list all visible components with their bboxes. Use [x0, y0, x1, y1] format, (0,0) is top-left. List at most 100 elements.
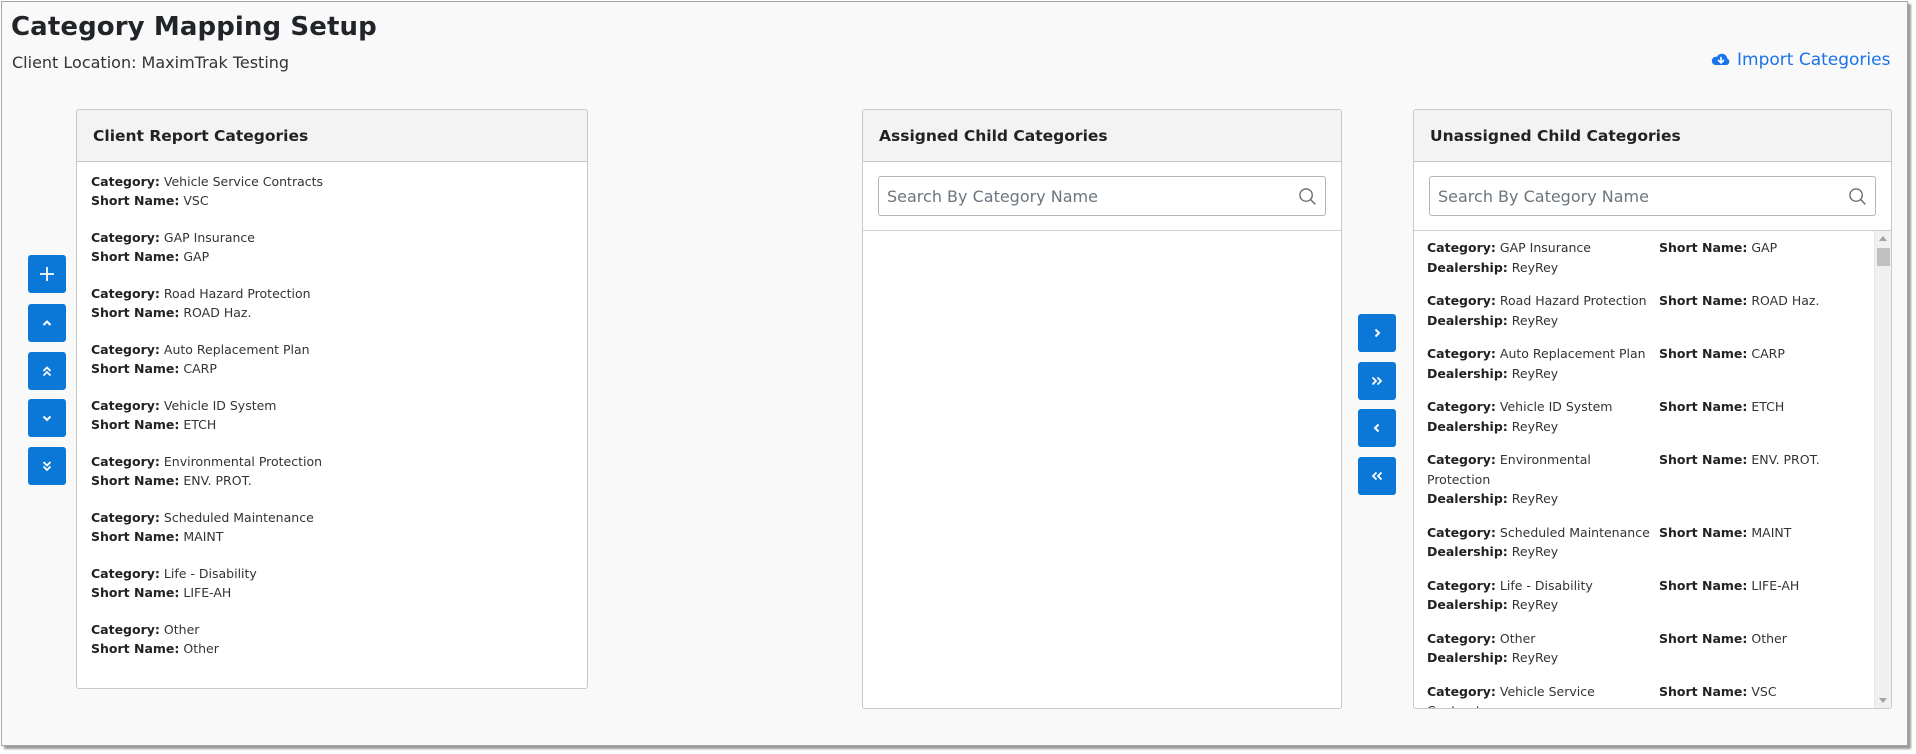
short-name-value: CARP [183, 361, 217, 376]
short-name-value: VSC [1751, 683, 1777, 699]
short-name-label: Short Name: [91, 193, 180, 208]
plus-icon [40, 267, 54, 281]
client-category-item[interactable]: Category: Vehicle Service Contracts Short… [91, 172, 573, 210]
double-chevron-down-icon [42, 461, 52, 472]
assign-selected-button[interactable] [1358, 314, 1396, 352]
client-category-item[interactable]: Category: Road Hazard Protection Short Na… [91, 284, 573, 322]
add-category-button[interactable] [28, 255, 66, 293]
unassigned-category-item[interactable]: Category: GAP Insurance Dealership: ReyRe… [1427, 238, 1861, 277]
short-name-label: Short Name: [91, 305, 180, 320]
category-value: Vehicle ID System [1499, 399, 1613, 414]
dealership-label: Dealership: [1427, 259, 1508, 275]
short-name-value: MAINT [183, 529, 224, 544]
category-label: Category: [91, 398, 160, 413]
category-value: Scheduled Maintenance [163, 510, 314, 525]
category-label: Category: [1427, 577, 1496, 593]
client-category-item[interactable]: Category: GAP Insurance Short Name: GAP [91, 228, 573, 266]
scroll-thumb[interactable] [1877, 248, 1890, 266]
assigned-search-box [878, 176, 1326, 216]
unassigned-search-input[interactable] [1430, 177, 1875, 215]
client-category-item[interactable]: Category: Other Short Name: Other [91, 620, 573, 658]
move-up-button[interactable] [28, 304, 66, 342]
dealership-value: ReyRey [1511, 365, 1559, 381]
category-label: Category: [91, 342, 160, 357]
assign-all-button[interactable] [1358, 362, 1396, 400]
short-name-value: ENV. PROT. [183, 473, 252, 488]
short-name-label: Short Name: [91, 585, 180, 600]
category-value: Vehicle ID System [163, 398, 277, 413]
short-name-label: Short Name: [1659, 524, 1748, 540]
unassigned-category-item[interactable]: Category: Scheduled Maintenance Dealershi… [1427, 523, 1861, 562]
client-category-item[interactable]: Category: Auto Replacement Plan Short Nam… [91, 340, 573, 378]
unassigned-search-box [1429, 176, 1876, 216]
panel-title: Assigned Child Categories [863, 110, 1341, 162]
unassigned-category-item[interactable]: Category: Road Hazard Protection Dealersh… [1427, 291, 1861, 330]
short-name-label: Short Name: [91, 361, 180, 376]
dealership-value: ReyRey [1511, 259, 1559, 275]
category-value: Environmental Protection [163, 454, 323, 469]
short-name-label: Short Name: [91, 417, 180, 432]
chevron-down-icon [42, 415, 52, 422]
panel-title: Unassigned Child Categories [1414, 110, 1891, 162]
dealership-label: Dealership: [1427, 650, 1508, 665]
scroll-up-arrow-icon[interactable] [1879, 236, 1887, 241]
category-label: Category: [1427, 346, 1496, 361]
chevron-left-icon [1373, 423, 1380, 433]
unassigned-category-item[interactable]: Category: Life - Disability Dealership: R… [1427, 576, 1861, 615]
import-categories-link[interactable]: Import Categories [1711, 50, 1890, 70]
panel-title: Client Report Categories [77, 110, 587, 162]
category-label: Category: [1427, 630, 1496, 646]
dealership-value: ReyRey [1511, 312, 1559, 328]
short-name-value: ETCH [183, 417, 217, 432]
unassign-selected-button[interactable] [1358, 409, 1396, 447]
client-category-item[interactable]: Category: Scheduled Maintenance Short Nam… [91, 508, 573, 546]
short-name-label: Short Name: [1659, 399, 1748, 414]
unassigned-category-item[interactable]: Category: Vehicle Service ContractsShort… [1427, 682, 1861, 709]
assigned-search-input[interactable] [879, 177, 1325, 215]
category-value: Scheduled Maintenance [1499, 524, 1650, 540]
short-name-label: Short Name: [91, 529, 180, 544]
dealership-value: ReyRey [1511, 650, 1559, 665]
dealership-label: Dealership: [1427, 418, 1508, 434]
client-category-item[interactable]: Category: Life - Disability Short Name: L… [91, 564, 573, 602]
short-name-label: Short Name: [1659, 577, 1748, 593]
category-value: Road Hazard Protection [163, 286, 311, 301]
short-name-value: MAINT [1751, 524, 1792, 540]
category-label: Category: [91, 174, 160, 189]
client-category-item[interactable]: Category: Vehicle ID System Short Name: E… [91, 396, 573, 434]
unassign-all-button[interactable] [1358, 457, 1396, 495]
scroll-down-arrow-icon[interactable] [1879, 698, 1887, 703]
short-name-value: ROAD Haz. [183, 305, 252, 320]
unassigned-category-item[interactable]: Category: Vehicle ID System Dealership: R… [1427, 397, 1861, 436]
short-name-value: ETCH [1751, 399, 1785, 414]
unassigned-category-item[interactable]: Category: Auto Replacement Plan Dealershi… [1427, 344, 1861, 383]
client-category-item[interactable]: Category: Environmental Protection Short … [91, 452, 573, 490]
unassigned-category-item[interactable]: Category: Other Dealership: ReyRey Short N… [1427, 629, 1861, 668]
short-name-label: Short Name: [91, 249, 180, 264]
import-categories-label: Import Categories [1737, 50, 1891, 70]
move-top-button[interactable] [28, 352, 66, 390]
short-name-label: Short Name: [1659, 683, 1748, 699]
unassigned-list-scrollbar[interactable] [1874, 231, 1891, 708]
move-down-button[interactable] [28, 399, 66, 437]
short-name-value: VSC [183, 193, 209, 208]
dealership-value: ReyRey [1511, 491, 1559, 506]
unassigned-child-categories-list: Category: GAP Insurance Dealership: ReyRe… [1414, 231, 1874, 708]
search-icon[interactable] [1848, 187, 1867, 206]
move-bottom-button[interactable] [28, 447, 66, 485]
short-name-value: Other [1751, 630, 1787, 646]
search-icon[interactable] [1298, 187, 1317, 206]
category-value: GAP Insurance [1499, 240, 1591, 255]
category-label: Category: [91, 566, 160, 581]
category-value: Other [1499, 630, 1536, 646]
dealership-label: Dealership: [1427, 597, 1508, 612]
short-name-value: LIFE-AH [183, 585, 232, 600]
short-name-label: Short Name: [91, 473, 180, 488]
unassigned-category-item[interactable]: Category: Environmental Protection Dealer… [1427, 450, 1861, 509]
short-name-value: CARP [1751, 346, 1785, 361]
cloud-download-icon [1711, 53, 1730, 66]
dealership-label: Dealership: [1427, 491, 1508, 506]
category-label: Category: [1427, 399, 1496, 414]
category-value: Road Hazard Protection [1499, 293, 1647, 308]
dealership-label: Dealership: [1427, 544, 1508, 559]
